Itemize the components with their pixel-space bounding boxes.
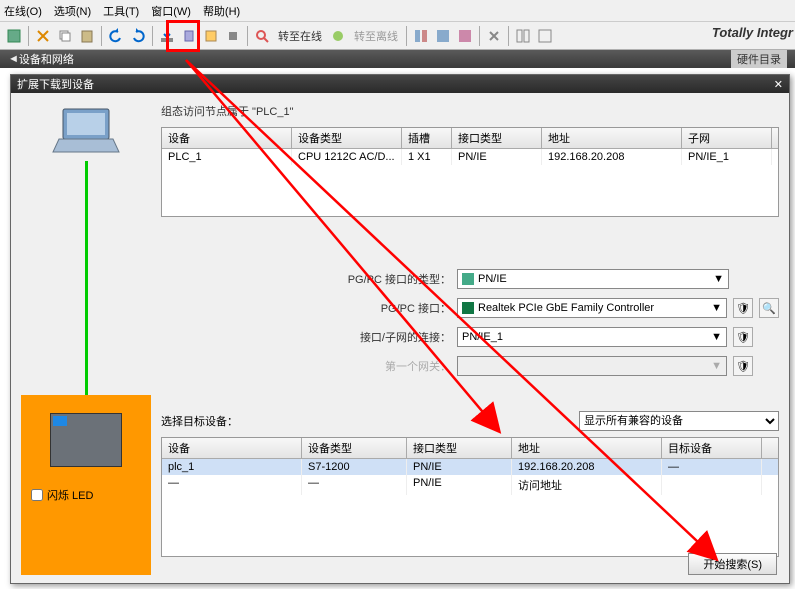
config-nodes-label: 组态访问节点属于 "PLC_1" [161, 101, 779, 121]
toolbar: 转至在线 转至离线 Totally Integr [0, 22, 795, 50]
show-devices-select[interactable]: 显示所有兼容的设备 [579, 411, 779, 431]
diag-icon[interactable]: 🔍 [759, 298, 779, 318]
th2-device: 设备 [162, 438, 302, 458]
th-slot: 插槽 [402, 128, 452, 148]
copy-icon[interactable] [55, 26, 75, 46]
redo-icon[interactable] [128, 26, 148, 46]
props2-icon[interactable]: 🛡 [733, 327, 753, 347]
cut-icon[interactable] [33, 26, 53, 46]
topology-panel: 闪烁 LED [21, 101, 151, 575]
table-row[interactable]: plc_1 S7-1200 PN/IE 192.168.20.208 — [162, 459, 778, 475]
menu-help[interactable]: 帮助(H) [203, 3, 240, 19]
th-type: 设备类型 [292, 128, 402, 148]
go-online-icon[interactable] [328, 26, 348, 46]
brand-text: Totally Integr [712, 25, 793, 40]
menu-online[interactable]: 在线(O) [4, 3, 42, 19]
view1-icon[interactable] [411, 26, 431, 46]
gateway-label: 第一个网关： [161, 358, 451, 374]
select-device-label: 选择目标设备： [161, 413, 238, 429]
table-row[interactable]: PLC_1 CPU 1212C AC/D... 1 X1 PN/IE 192.1… [162, 149, 778, 165]
nic-icon [462, 302, 474, 314]
subnet-label: 接口/子网的连接： [161, 329, 451, 345]
th-addr: 地址 [542, 128, 682, 148]
th-device: 设备 [162, 128, 292, 148]
view3-icon[interactable] [455, 26, 475, 46]
layout2-icon[interactable] [535, 26, 555, 46]
view2-icon[interactable] [433, 26, 453, 46]
th2-iftype: 接口类型 [407, 438, 512, 458]
dialog-title: 扩展下载到设备 [17, 76, 94, 92]
subnet-select[interactable]: PN/IE_1▼ [457, 327, 727, 347]
highlight-box [166, 20, 200, 52]
paste-icon[interactable] [77, 26, 97, 46]
props-icon[interactable]: 🛡 [733, 298, 753, 318]
connection-line [85, 161, 88, 395]
gateway-select: ▼ [457, 356, 727, 376]
tab-bar: ◄ 设备和网络 硬件目录 [0, 50, 795, 68]
plc-icon [50, 413, 122, 467]
pgpc-type-select[interactable]: PN/IE▼ [457, 269, 729, 289]
download-dialog: 扩展下载到设备 ✕ 闪烁 LED 组态访问节点属于 "PLC_1" 设备 设备类 [10, 74, 790, 584]
pgpc-if-select[interactable]: Realtek PCIe GbE Family Controller▼ [457, 298, 727, 318]
close-icon[interactable]: ✕ [774, 78, 783, 91]
menu-window[interactable]: 窗口(W) [151, 3, 191, 19]
stop-icon[interactable] [223, 26, 243, 46]
go-offline-label: 转至离线 [350, 28, 402, 44]
target-devices-table: 设备 设备类型 接口类型 地址 目标设备 plc_1 S7-1200 PN/IE… [161, 437, 779, 557]
th2-addr: 地址 [512, 438, 662, 458]
menu-options[interactable]: 选项(N) [54, 3, 91, 19]
laptop-icon [46, 101, 126, 161]
menu-bar: 在线(O) 选项(N) 工具(T) 窗口(W) 帮助(H) [0, 0, 795, 22]
tab-catalog[interactable]: 硬件目录 [731, 50, 787, 68]
device-box: 闪烁 LED [21, 395, 151, 575]
pnie-icon [462, 273, 474, 285]
table-row[interactable]: — — PN/IE 访问地址 [162, 475, 778, 495]
delete-icon[interactable] [484, 26, 504, 46]
props3-icon[interactable]: 🛡 [733, 356, 753, 376]
save-icon[interactable] [4, 26, 24, 46]
layout1-icon[interactable] [513, 26, 533, 46]
flash-led-checkbox[interactable]: 闪烁 LED [21, 487, 93, 503]
go-online-label[interactable]: 转至在线 [274, 28, 326, 44]
pgpc-type-label: PG/PC 接口的类型： [161, 271, 451, 287]
undo-icon[interactable] [106, 26, 126, 46]
start-search-button[interactable]: 开始搜索(S) [688, 553, 777, 575]
sim-icon[interactable] [201, 26, 221, 46]
th2-target: 目标设备 [662, 438, 762, 458]
menu-tools[interactable]: 工具(T) [103, 3, 139, 19]
th2-type: 设备类型 [302, 438, 407, 458]
th-subnet: 子网 [682, 128, 772, 148]
search-icon[interactable] [252, 26, 272, 46]
config-nodes-table: 设备 设备类型 插槽 接口类型 地址 子网 PLC_1 CPU 1212C AC… [161, 127, 779, 217]
pgpc-if-label: PG/PC 接口： [161, 300, 451, 316]
dialog-titlebar: 扩展下载到设备 ✕ [11, 75, 789, 93]
tab-devices-networks[interactable]: 设备和网络 [19, 51, 74, 67]
flash-led-input[interactable] [31, 489, 43, 501]
th-iftype: 接口类型 [452, 128, 542, 148]
